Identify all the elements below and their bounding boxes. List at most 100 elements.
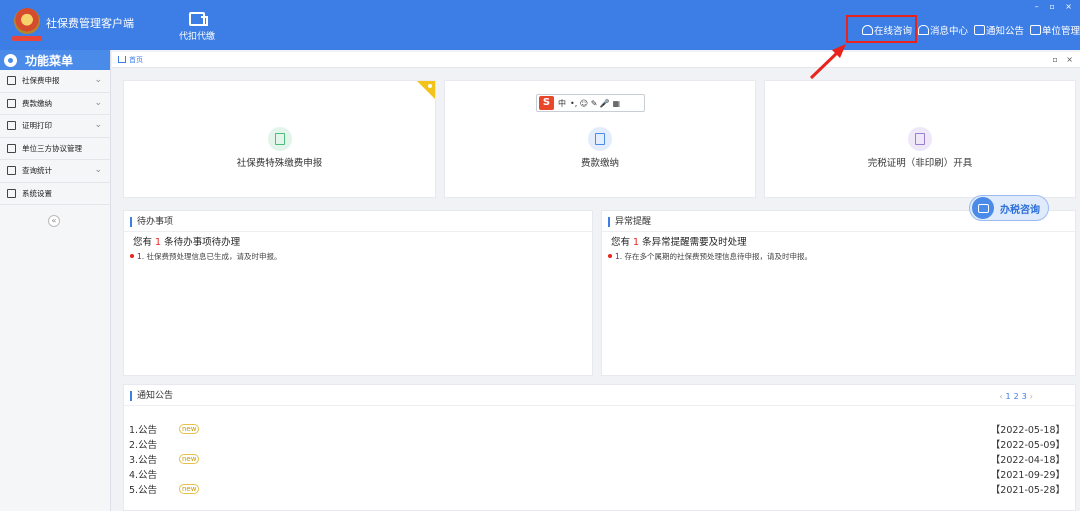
divider <box>124 405 1075 406</box>
print-icon <box>7 121 16 131</box>
pager: ‹ 1 2 3 › <box>999 392 1033 401</box>
pager-page-1[interactable]: 1 <box>1006 392 1011 401</box>
notice-link[interactable]: 4.公告 <box>129 467 179 481</box>
document-icon <box>7 76 16 86</box>
chevron-down-icon: ⌄ <box>94 97 102 108</box>
summary-prefix: 您有 <box>133 237 153 248</box>
pager-page-2[interactable]: 2 <box>1014 392 1019 401</box>
sidebar: 功能菜单 社保费申报 ⌄ 费款缴纳 ⌄ 证明打印 ⌄ 单位三方协议管理 查询统计… <box>0 50 111 511</box>
alert-item[interactable]: 1. 存在多个属期的社保费预处理信息待申报，请及时申报。 <box>608 251 812 262</box>
sidebar-title: 功能菜单 <box>25 53 74 68</box>
chart-icon <box>7 166 16 176</box>
tile-special-declaration[interactable]: 社保费特殊缴费申报 <box>123 80 436 198</box>
sidebar-collapse-button[interactable]: « <box>48 215 60 227</box>
highlight-annotation-box <box>846 15 917 43</box>
todo-summary: 您有 1 条待办事项待办理 <box>133 234 240 248</box>
tab-controls[interactable]: ▫ × <box>1052 55 1076 64</box>
tax-emblem-logo <box>14 8 40 34</box>
notice-link[interactable]: 3.公告 <box>129 452 179 466</box>
book-icon <box>588 127 612 151</box>
alert-panel: 异常提醒 您有 1 条异常提醒需要及时处理 1. 存在多个属期的社保费预处理信息… <box>601 210 1076 376</box>
message-center-label: 消息中心 <box>929 26 968 37</box>
summary-prefix: 您有 <box>611 237 631 248</box>
notice-date: 【2021-09-29】 <box>990 470 1065 481</box>
sidebar-item-settings[interactable]: 系统设置 <box>0 183 110 205</box>
sidebar-item-label: 单位三方协议管理 <box>22 143 82 153</box>
list-item: 3.公告 new 【2022-04-18】 <box>129 451 1065 466</box>
sidebar-item-label: 费款缴纳 <box>22 98 52 108</box>
notice-link[interactable]: 2.公告 <box>129 437 179 451</box>
chevron-down-icon: ⌄ <box>94 120 102 130</box>
window-controls[interactable]: – ▫ × <box>1035 2 1076 11</box>
alert-count: 1 <box>633 237 640 248</box>
new-badge: new <box>179 453 200 464</box>
sidebar-item-payment[interactable]: 费款缴纳 ⌄ <box>0 93 110 115</box>
notice-date: 【2022-05-09】 <box>990 440 1065 451</box>
tile-label: 社保费特殊缴费申报 <box>236 158 323 169</box>
top-bar: 社保费管理客户端 代扣代缴 – ▫ × 在线咨询 消息中心 通知公告 单位管理 <box>0 0 1080 50</box>
notice-date: 【2021-05-28】 <box>990 485 1065 496</box>
envelope-icon <box>973 25 985 35</box>
divider <box>124 231 592 232</box>
logo-subtitle-mark <box>12 36 42 41</box>
building-icon <box>1029 25 1041 35</box>
sidebar-item-label: 证明打印 <box>22 121 52 131</box>
pager-next[interactable]: › <box>1030 392 1033 401</box>
sidebar-item-declaration[interactable]: 社保费申报 ⌄ <box>0 70 110 93</box>
divider <box>602 231 1075 232</box>
sogou-logo-icon: S <box>539 96 554 110</box>
sidebar-item-label: 社保费申报 <box>22 76 60 86</box>
list-item: 4.公告 【2021-09-29】 <box>129 466 1065 482</box>
message-center-button[interactable]: 消息中心 <box>917 23 968 37</box>
app-title: 社保费管理客户端 <box>46 17 134 30</box>
unit-management-button[interactable]: 单位管理 <box>1029 23 1080 37</box>
notice-panel: 通知公告 ‹ 1 2 3 › 1.公告 new 【2022-05-18】 2.公… <box>123 384 1076 511</box>
home-icon <box>118 56 126 63</box>
chevron-down-icon: ⌄ <box>94 75 102 85</box>
withholding-icon <box>189 12 208 26</box>
todo-title: 待办事项 <box>130 217 173 227</box>
pager-prev[interactable]: ‹ <box>999 392 1002 401</box>
list-item: 1.公告 new 【2022-05-18】 <box>129 421 1065 436</box>
tax-consult-button[interactable]: 办税咨询 <box>969 195 1049 221</box>
ime-symbol-icons[interactable]: •, ☺ ✎ 🎤 ▦ <box>570 99 620 108</box>
sidebar-item-label: 查询统计 <box>22 166 52 176</box>
new-badge: new <box>179 423 200 434</box>
chevron-down-icon: ⌄ <box>94 165 102 175</box>
sidebar-header: 功能菜单 <box>0 50 110 70</box>
settings-icon <box>7 188 16 198</box>
chat-icon <box>972 197 994 219</box>
summary-suffix: 条待办事项待办理 <box>164 237 241 248</box>
breadcrumb: 首页 ▫ × <box>112 52 1080 68</box>
todo-item[interactable]: 1. 社保费预处理信息已生成，请及时申报。 <box>130 251 282 262</box>
sidebar-item-certificate[interactable]: 证明打印 ⌄ <box>0 115 110 138</box>
summary-suffix: 条异常提醒需要及时处理 <box>642 237 747 248</box>
sidebar-item-query[interactable]: 查询统计 ⌄ <box>0 160 110 183</box>
notice-date: 【2022-04-18】 <box>990 455 1065 466</box>
nav-daikou-button[interactable]: 代扣代缴 <box>174 12 220 42</box>
unit-management-label: 单位管理 <box>1041 26 1080 37</box>
agreement-icon <box>7 143 16 153</box>
list-item: 2.公告 【2022-05-09】 <box>129 436 1065 452</box>
pager-page-3[interactable]: 3 <box>1022 392 1027 401</box>
tile-label: 完税证明（非印刷）开具 <box>867 158 973 169</box>
wallet-icon <box>7 98 16 108</box>
tile-tax-certificate[interactable]: 完税证明（非印刷）开具 <box>764 80 1076 198</box>
notice-link[interactable]: 1.公告 <box>129 422 179 436</box>
corner-ribbon <box>417 81 435 99</box>
notice-list: 1.公告 new 【2022-05-18】 2.公告 【2022-05-09】 … <box>129 421 1065 496</box>
notice-title: 通知公告 <box>130 391 173 401</box>
alert-summary: 您有 1 条异常提醒需要及时处理 <box>611 234 747 248</box>
tax-consult-label: 办税咨询 <box>1000 204 1040 216</box>
notice-link[interactable]: 5.公告 <box>129 482 179 496</box>
notice-button[interactable]: 通知公告 <box>973 23 1024 37</box>
todo-count: 1 <box>155 237 162 248</box>
ime-lang-toggle[interactable]: 中 <box>558 98 566 109</box>
notice-date: 【2022-05-18】 <box>990 425 1065 436</box>
todo-panel: 待办事项 您有 1 条待办事项待办理 1. 社保费预处理信息已生成，请及时申报。 <box>123 210 593 376</box>
breadcrumb-home[interactable]: 首页 <box>129 55 143 65</box>
ime-toolbar[interactable]: S 中 •, ☺ ✎ 🎤 ▦ <box>536 94 645 112</box>
sidebar-item-tripartite[interactable]: 单位三方协议管理 <box>0 138 110 160</box>
alert-title: 异常提醒 <box>608 217 651 227</box>
notice-label: 通知公告 <box>985 26 1024 37</box>
